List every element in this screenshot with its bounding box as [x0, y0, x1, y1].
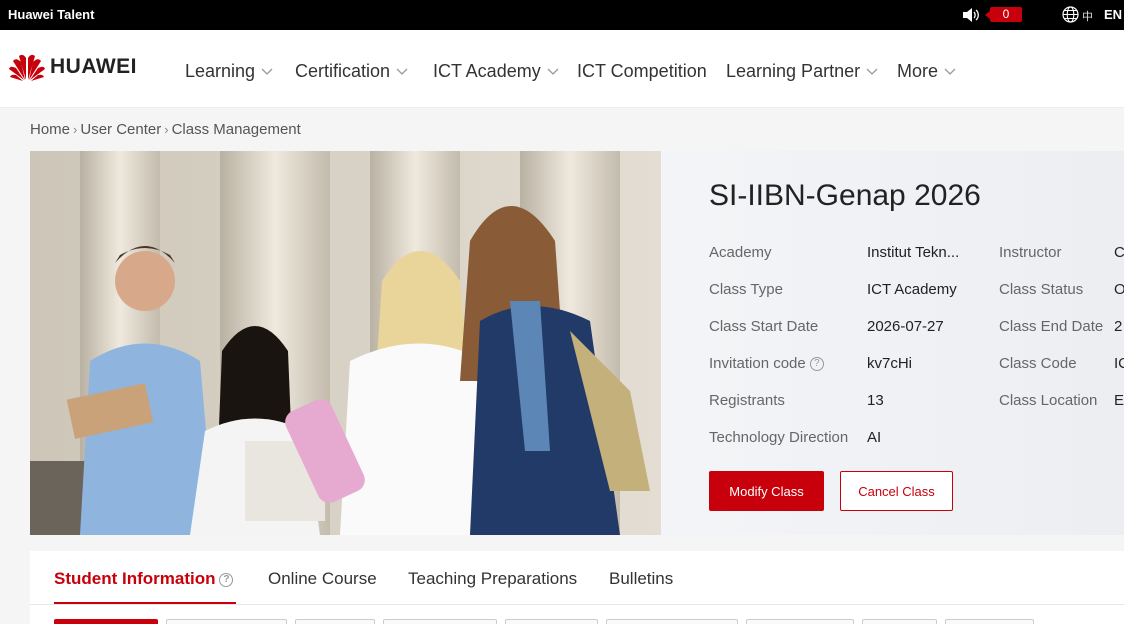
logo-wordmark: HUAWEI	[50, 55, 137, 78]
main-navbar: HUAWEI Learning Certification ICT Academ…	[0, 30, 1124, 108]
lang-en-toggle[interactable]: EN	[1104, 7, 1122, 22]
breadcrumb-user-center[interactable]: User Center	[80, 121, 161, 138]
value-class-code: IC	[1114, 355, 1124, 372]
label-academy: Academy	[709, 244, 772, 261]
tab-bulletins[interactable]: Bulletins	[609, 569, 673, 589]
value-class-status: O	[1114, 281, 1124, 298]
chevron-down-icon	[396, 68, 408, 75]
class-info-panel: SI-IIBN-Genap 2026 Academy Institut Tekn…	[691, 151, 1124, 535]
label-registrants: Registrants	[709, 392, 785, 409]
label-invitation-code: Invitation code?	[709, 355, 824, 372]
tab-student-information[interactable]: Student Information?	[54, 569, 234, 589]
tab-divider	[30, 604, 1124, 605]
label-class-location: Class Location	[999, 392, 1098, 409]
nav-ict-academy[interactable]: ICT Academy	[433, 61, 559, 82]
tab-label: Student Information	[54, 569, 216, 588]
nav-label: Learning Partner	[726, 61, 861, 81]
value-class-location: E-	[1114, 392, 1124, 409]
breadcrumb-home[interactable]: Home	[30, 121, 70, 138]
label-instructor: Instructor	[999, 244, 1062, 261]
value-registrants: 13	[867, 392, 884, 409]
speaker-icon[interactable]	[962, 7, 980, 23]
nav-certification[interactable]: Certification	[295, 61, 408, 82]
nav-label: Certification	[295, 61, 391, 81]
nav-label: Learning	[185, 61, 256, 81]
sub-toolbar-button[interactable]	[295, 619, 375, 624]
nav-label: ICT Academy	[433, 61, 541, 81]
nav-label: More	[897, 61, 939, 81]
value-class-end-date: 2	[1114, 318, 1123, 335]
huawei-flower-icon	[9, 54, 45, 81]
nav-more[interactable]: More	[897, 61, 956, 82]
huawei-logo[interactable]: HUAWEI	[8, 52, 137, 82]
nav-label: ICT Competition	[577, 61, 707, 81]
tab-online-course[interactable]: Online Course	[268, 569, 377, 589]
help-icon[interactable]: ?	[809, 357, 824, 372]
notification-badge[interactable]: 0	[985, 7, 1022, 22]
nav-learning-partner[interactable]: Learning Partner	[726, 61, 878, 82]
class-tabs: Student Information? Online Course Teach…	[30, 551, 1124, 624]
value-instructor: C	[1114, 244, 1124, 261]
value-academy: Institut Tekn...	[867, 244, 960, 261]
class-hero: SI-IIBN-Genap 2026 Academy Institut Tekn…	[30, 151, 1124, 535]
cancel-class-button[interactable]: Cancel Class	[840, 471, 953, 511]
breadcrumb-current: Class Management	[171, 121, 301, 138]
sub-toolbar-button[interactable]	[945, 619, 1034, 624]
label-technology-direction: Technology Direction	[709, 429, 849, 446]
label-class-code: Class Code	[999, 355, 1077, 372]
value-class-start-date: 2026-07-27	[867, 318, 944, 335]
sub-toolbar-button[interactable]	[862, 619, 937, 624]
chevron-down-icon	[866, 68, 878, 75]
label-class-start-date: Class Start Date	[709, 318, 819, 335]
value-invitation-code: kv7cHi	[867, 355, 913, 372]
breadcrumb: Home › User Center › Class Management	[30, 121, 301, 138]
chevron-down-icon	[944, 68, 956, 75]
tab-teaching-preparations[interactable]: Teaching Preparations	[408, 569, 577, 589]
modify-class-button[interactable]: Modify Class	[709, 471, 824, 511]
sub-toolbar-button[interactable]	[505, 619, 598, 624]
lang-zh-toggle[interactable]: 中	[1082, 8, 1093, 24]
chevron-down-icon	[547, 68, 559, 75]
chevron-down-icon	[261, 68, 273, 75]
class-title: SI-IIBN-Genap 2026	[709, 179, 981, 212]
help-icon[interactable]: ?	[219, 572, 234, 587]
label-class-status: Class Status	[999, 281, 1084, 298]
value-class-type: ICT Academy	[867, 281, 957, 298]
globe-icon[interactable]	[1062, 6, 1079, 23]
sub-toolbar-button[interactable]	[54, 619, 158, 624]
nav-ict-competition[interactable]: ICT Competition	[577, 61, 707, 82]
label-invitation-code-text: Invitation code	[709, 355, 806, 372]
class-cover-image	[30, 151, 661, 535]
sub-toolbar-button[interactable]	[383, 619, 497, 624]
value-technology-direction: AI	[867, 429, 882, 446]
sub-toolbar-button[interactable]	[606, 619, 738, 624]
top-bar: Huawei Talent 0 中 EN	[0, 0, 1124, 30]
chevron-right-icon: ›	[164, 122, 169, 137]
site-brand[interactable]: Huawei Talent	[8, 7, 94, 22]
chevron-right-icon: ›	[73, 122, 78, 137]
sub-toolbar-button[interactable]	[166, 619, 287, 624]
label-class-end-date: Class End Date	[999, 318, 1104, 335]
sub-toolbar-button[interactable]	[746, 619, 854, 624]
nav-learning[interactable]: Learning	[185, 61, 273, 82]
label-class-type: Class Type	[709, 281, 783, 298]
